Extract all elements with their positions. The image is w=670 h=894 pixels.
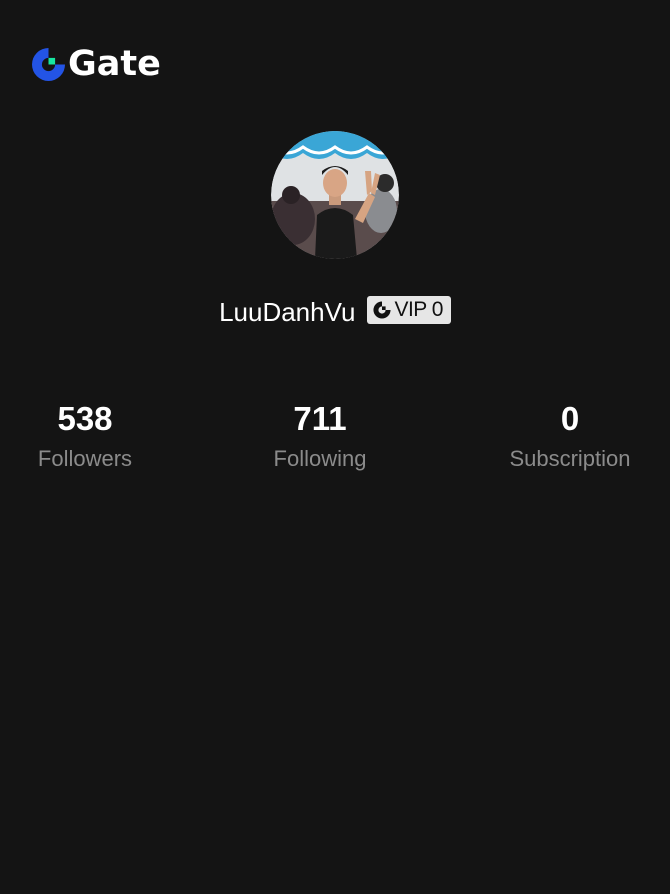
gate-logo-icon [32, 47, 65, 81]
following-count: 711 [293, 400, 347, 437]
user-info-row: LuuDanhVu VIP 0 [0, 290, 670, 330]
vip-label: VIP 0 [394, 298, 443, 321]
brand-logo[interactable]: Gate [32, 44, 161, 84]
stat-subscription[interactable]: 0 Subscription [470, 398, 670, 474]
followers-count: 538 [57, 400, 113, 437]
stat-followers[interactable]: 538 Followers [0, 398, 185, 474]
following-label: Following [273, 446, 367, 471]
gate-logo-icon [373, 301, 392, 319]
vip-badge[interactable]: VIP 0 [367, 296, 451, 324]
username: LuuDanhVu [219, 297, 356, 327]
user-avatar[interactable] [271, 131, 399, 259]
brand-name: Gate [68, 44, 161, 84]
subscription-count: 0 [560, 400, 580, 437]
followers-label: Followers [37, 446, 133, 471]
subscription-label: Subscription [509, 446, 631, 471]
stat-following[interactable]: 711 Following [220, 398, 420, 474]
